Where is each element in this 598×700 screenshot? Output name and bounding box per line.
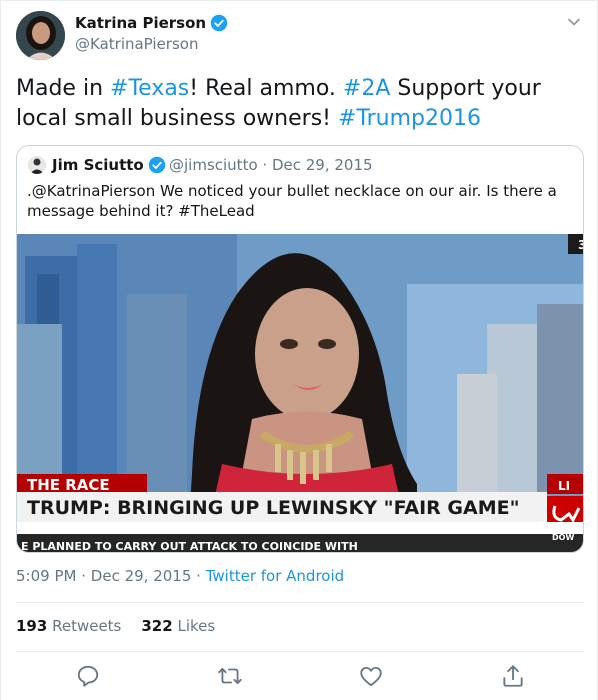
- share-icon[interactable]: [500, 663, 526, 689]
- separator-dot: ·: [196, 567, 201, 585]
- separator-dot: ·: [262, 156, 268, 174]
- tweet-date[interactable]: Dec 29, 2015: [91, 567, 192, 585]
- divider: [16, 651, 584, 652]
- hashtag-link[interactable]: #Texas: [110, 76, 189, 101]
- hashtag-link[interactable]: #2A: [343, 76, 390, 101]
- tweet-text-segment: ! Real ammo.: [189, 76, 343, 101]
- chevron-down-icon[interactable]: [567, 15, 581, 29]
- quoted-author-avatar: [28, 156, 46, 174]
- tweet-time[interactable]: 5:09 PM: [16, 567, 76, 585]
- likes-count: 322: [141, 617, 173, 635]
- tweet-text-segment: Made in: [16, 76, 111, 101]
- headline-text: TRUMP: BRINGING UP LEWINSKY "FAIR GAME": [27, 497, 520, 519]
- tweet-text: Made in #Texas! Real ammo. #2A Support y…: [16, 74, 584, 134]
- tweet-source-link[interactable]: Twitter for Android: [206, 567, 344, 585]
- verified-badge-icon: [148, 156, 165, 174]
- quoted-media-image[interactable]: 3 THE RAC: [17, 234, 584, 553]
- retweet-icon[interactable]: [217, 663, 243, 689]
- heart-icon[interactable]: [358, 663, 384, 689]
- verified-badge-icon: [210, 14, 228, 32]
- quoted-author-name: Jim Sciutto: [52, 156, 166, 174]
- engagement-stats: 193 Retweets 322 Likes: [16, 617, 215, 635]
- tweet-card: Katrina Pierson @KatrinaPierson Made in …: [0, 0, 598, 700]
- banner-top-text: THE RACE: [27, 476, 110, 494]
- ticker-text: E PLANNED TO CARRY OUT ATTACK TO COINCID…: [21, 540, 358, 553]
- retweets-count: 193: [16, 617, 48, 635]
- dow-label: DOW: [552, 533, 574, 542]
- action-bar: [1, 663, 598, 693]
- timestamp-line: 5:09 PM · Dec 29, 2015 · Twitter for And…: [16, 567, 344, 585]
- quoted-author-name-text: Jim Sciutto: [52, 156, 144, 174]
- divider: [16, 602, 584, 603]
- quoted-date: Dec 29, 2015: [271, 156, 373, 174]
- live-badge: LI: [558, 479, 570, 493]
- quoted-tweet[interactable]: Jim Sciutto @jimsciutto · Dec 29, 2015 .…: [16, 145, 584, 553]
- author-name-text[interactable]: Katrina Pierson: [75, 14, 206, 32]
- likes-stat[interactable]: 322 Likes: [141, 617, 215, 635]
- author-avatar[interactable]: [16, 11, 65, 60]
- retweets-stat[interactable]: 193 Retweets: [16, 617, 121, 635]
- separator-dot: ·: [81, 567, 87, 585]
- quoted-author-handle: @jimsciutto: [169, 156, 258, 174]
- retweets-label: Retweets: [52, 617, 122, 635]
- corner-badge: 3: [578, 238, 584, 252]
- author-handle[interactable]: @KatrinaPierson: [75, 35, 198, 53]
- reply-icon[interactable]: [75, 663, 101, 689]
- likes-label: Likes: [177, 617, 216, 635]
- quoted-text: .@KatrinaPierson We noticed your bullet …: [27, 182, 557, 220]
- hashtag-link[interactable]: #Trump2016: [338, 106, 481, 131]
- author-name[interactable]: Katrina Pierson: [75, 14, 228, 32]
- quoted-meta: @jimsciutto · Dec 29, 2015: [169, 156, 373, 174]
